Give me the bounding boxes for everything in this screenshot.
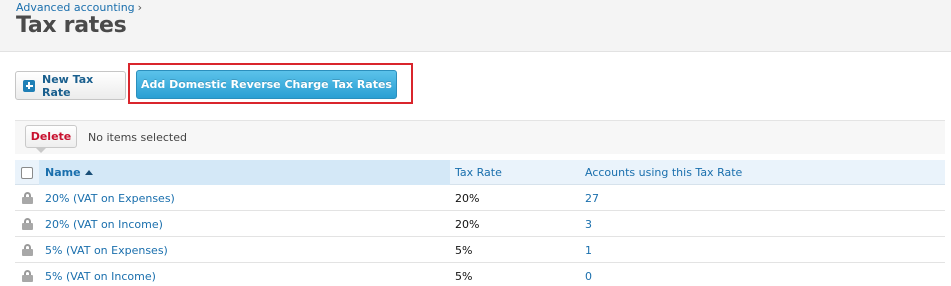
table-row: 20% (VAT on Income) 20% 3: [15, 211, 945, 237]
table-header: Name Tax Rate Accounts using this Tax Ra…: [15, 160, 945, 185]
tax-rate-value: 5%: [455, 269, 473, 283]
accounts-count-link[interactable]: 3: [585, 211, 592, 237]
tax-rate-name-link[interactable]: 20% (VAT on Expenses): [45, 185, 175, 211]
select-all-checkbox[interactable]: [21, 166, 33, 179]
lock-icon: [21, 244, 33, 256]
column-header-tax-rate[interactable]: Tax Rate: [455, 160, 502, 185]
plus-icon: [23, 79, 35, 92]
accounts-count-link[interactable]: 27: [585, 185, 599, 211]
column-header-name[interactable]: Name: [39, 160, 450, 185]
select-all-cell: [15, 160, 39, 185]
table-toolbar: Delete No items selected: [15, 120, 945, 154]
accounts-count-link[interactable]: 1: [585, 237, 592, 263]
tax-rate-name-link[interactable]: 5% (VAT on Income): [45, 263, 156, 286]
tax-rate-value: 20%: [455, 217, 480, 231]
tax-rate-name-link[interactable]: 20% (VAT on Income): [45, 211, 163, 237]
delete-button[interactable]: Delete: [25, 125, 77, 148]
lock-cell: [19, 185, 35, 211]
lock-cell: [19, 211, 35, 237]
delete-caret-icon: [36, 148, 46, 153]
table-row: 20% (VAT on Expenses) 20% 27: [15, 185, 945, 211]
breadcrumb-separator: ›: [137, 1, 143, 14]
tax-rate-name-link[interactable]: 5% (VAT on Expenses): [45, 237, 168, 263]
lock-icon: [21, 218, 33, 230]
lock-cell: [19, 237, 35, 263]
lock-cell: [19, 263, 35, 286]
new-tax-rate-button[interactable]: New Tax Rate: [15, 71, 126, 100]
column-name-label: Name: [45, 166, 81, 179]
page-header: Advanced accounting › Tax rates: [0, 0, 951, 52]
tax-rate-value: 20%: [455, 191, 480, 205]
add-reverse-charge-label: Add Domestic Reverse Charge Tax Rates: [141, 78, 392, 91]
table-row: 5% (VAT on Expenses) 5% 1: [15, 237, 945, 263]
page-title: Tax rates: [16, 13, 127, 38]
new-tax-rate-label: New Tax Rate: [42, 72, 94, 99]
accounts-count-link[interactable]: 0: [585, 263, 592, 286]
selection-status: No items selected: [88, 131, 187, 144]
column-header-accounts[interactable]: Accounts using this Tax Rate: [585, 160, 742, 185]
sort-up-icon: [84, 170, 93, 175]
tax-rate-value: 5%: [455, 243, 473, 257]
table-row: 5% (VAT on Income) 5% 0: [15, 263, 945, 286]
lock-icon: [21, 192, 33, 204]
add-reverse-charge-button[interactable]: Add Domestic Reverse Charge Tax Rates: [136, 70, 397, 99]
lock-icon: [21, 270, 33, 282]
